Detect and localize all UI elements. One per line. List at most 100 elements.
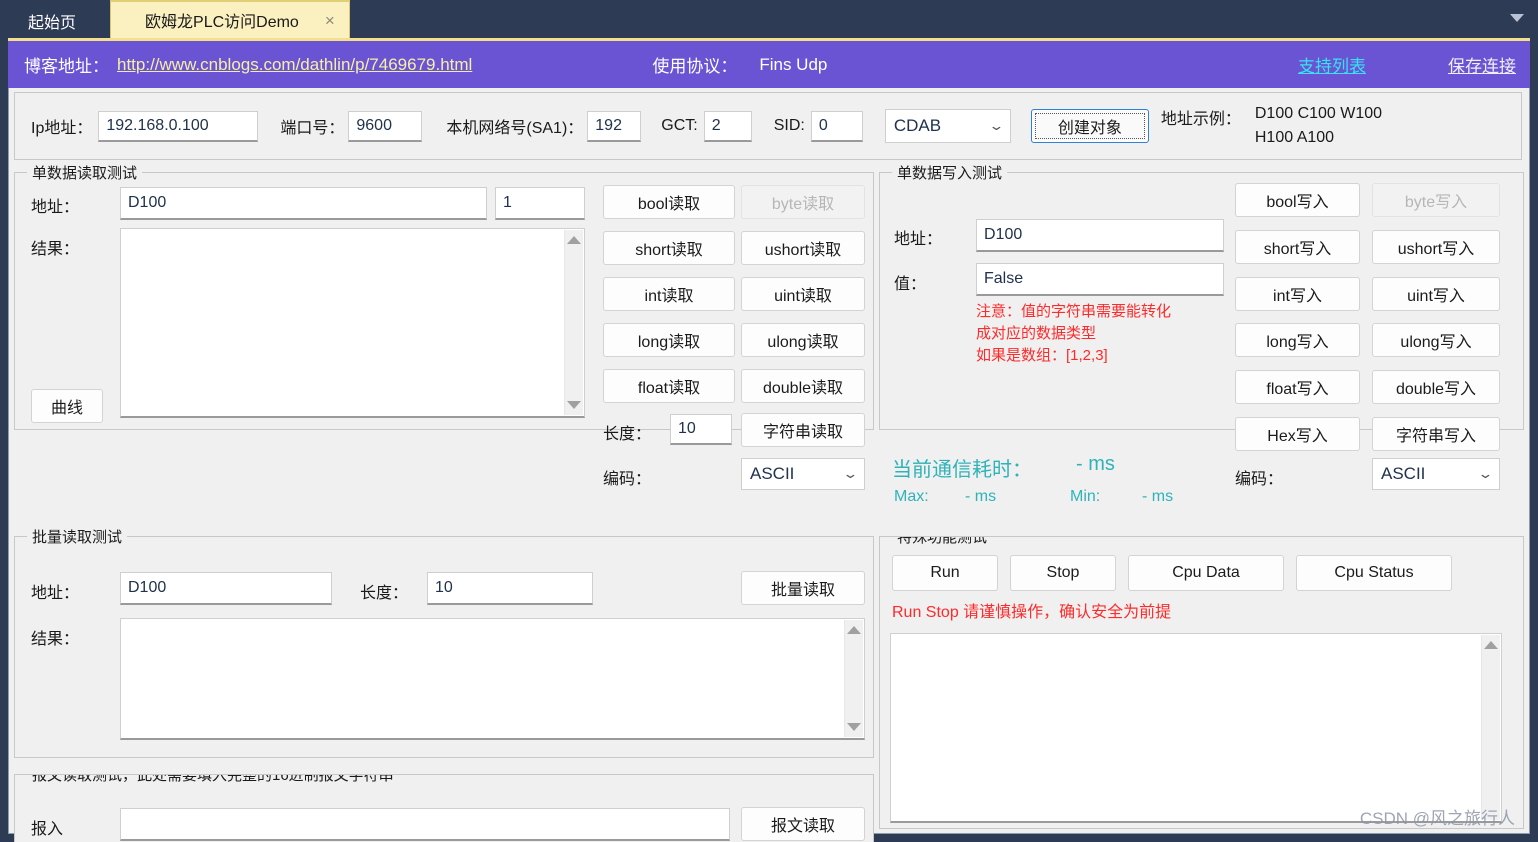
blog-address-label: 博客地址： <box>24 57 109 76</box>
blog-address-link[interactable]: http://www.cnblogs.com/dathlin/p/7469679… <box>117 55 472 75</box>
bool-read-button[interactable]: bool读取 <box>603 185 735 219</box>
float-read-button[interactable]: float读取 <box>603 369 735 403</box>
int-read-button[interactable]: int读取 <box>603 277 735 311</box>
long-write-label: long写入 <box>1266 334 1329 351</box>
message-read-panel-title: 报文读取测试，此处需要填入完整的16进制报文字符串 <box>27 775 399 785</box>
ushort-write-button[interactable]: ushort写入 <box>1372 230 1500 264</box>
gct-input[interactable] <box>703 110 752 142</box>
ushort-write-label: ushort写入 <box>1397 241 1475 258</box>
double-write-label: double写入 <box>1395 381 1477 398</box>
local-network-label: 本机网络号(SA1)： <box>446 120 584 137</box>
int-write-label: int写入 <box>1273 288 1322 305</box>
read-result-label: 结果： <box>31 241 80 258</box>
special-log-textarea[interactable] <box>890 633 1502 823</box>
curve-button[interactable]: 曲线 <box>31 389 103 423</box>
ushort-read-button[interactable]: ushort读取 <box>741 231 865 265</box>
write-value-input[interactable] <box>976 263 1224 296</box>
cpu-status-button[interactable]: Cpu Status <box>1296 555 1452 591</box>
short-read-label: short读取 <box>635 242 703 259</box>
single-read-panel-title: 单数据读取测试 <box>27 162 143 183</box>
elapsed-time-value: - ms <box>1076 453 1115 475</box>
short-read-button[interactable]: short读取 <box>603 231 735 265</box>
read-address-input[interactable] <box>120 187 487 220</box>
tab-omron-plc-demo[interactable]: 欧姆龙PLC访问Demo × <box>110 0 350 38</box>
double-read-button[interactable]: double读取 <box>741 369 865 403</box>
single-write-panel-title: 单数据写入测试 <box>892 162 1008 183</box>
special-warning-text: Run Stop 请谨慎操作，确认安全为前提 <box>892 604 1172 621</box>
address-example-line1: D100 C100 W100 <box>1254 105 1383 122</box>
read-count-input[interactable] <box>495 187 585 220</box>
batch-address-input[interactable] <box>120 572 332 605</box>
batch-result-textarea[interactable] <box>120 618 865 740</box>
ulong-read-button[interactable]: ulong读取 <box>741 323 865 357</box>
read-result-scrollbar[interactable] <box>564 230 583 415</box>
batch-read-panel-title: 批量读取测试 <box>27 526 128 547</box>
connection-settings-bar: Ip地址： 端口号： 本机网络号(SA1)： GCT: SID: CDAB ⌄ … <box>14 92 1522 160</box>
special-function-panel-title: 特殊功能测试 <box>892 537 993 547</box>
uint-write-label: uint写入 <box>1407 288 1465 305</box>
gct-label: GCT: <box>661 117 698 134</box>
write-address-label: 地址： <box>894 231 943 248</box>
long-write-button[interactable]: long写入 <box>1235 323 1360 357</box>
chevron-down-icon[interactable] <box>1510 14 1524 22</box>
read-result-textarea[interactable] <box>120 228 585 418</box>
uint-read-button[interactable]: uint读取 <box>741 277 865 311</box>
short-write-button[interactable]: short写入 <box>1235 230 1360 264</box>
support-list-link[interactable]: 支持列表 <box>1298 52 1366 77</box>
read-address-label: 地址： <box>31 199 80 216</box>
string-write-button[interactable]: 字符串写入 <box>1372 417 1500 451</box>
create-object-label: 创建对象 <box>1057 120 1122 137</box>
batch-result-scrollbar[interactable] <box>844 620 863 737</box>
bool-write-button[interactable]: bool写入 <box>1235 183 1360 217</box>
byte-order-value: CDAB <box>893 116 942 135</box>
special-function-panel: 特殊功能测试 Run Stop Cpu Data Cpu Status Run … <box>879 536 1524 829</box>
byte-read-label: byte读取 <box>771 196 835 213</box>
byte-order-select[interactable]: CDAB ⌄ <box>884 109 1011 143</box>
read-length-input[interactable] <box>670 414 732 445</box>
ulong-read-label: ulong读取 <box>767 334 839 351</box>
local-network-input[interactable] <box>587 110 642 142</box>
byte-read-button: byte读取 <box>741 185 865 219</box>
message-input[interactable] <box>120 808 730 841</box>
hex-write-button[interactable]: Hex写入 <box>1235 417 1360 451</box>
cpu-data-button[interactable]: Cpu Data <box>1128 555 1284 591</box>
ushort-read-label: ushort读取 <box>764 242 842 259</box>
tab-start-page[interactable]: 起始页 <box>0 4 110 38</box>
uint-write-button[interactable]: uint写入 <box>1372 277 1500 311</box>
batch-length-input[interactable] <box>427 572 593 605</box>
run-button[interactable]: Run <box>892 555 998 591</box>
scroll-up-icon[interactable] <box>1484 641 1498 649</box>
stop-button[interactable]: Stop <box>1010 555 1116 591</box>
batch-read-button[interactable]: 批量读取 <box>741 571 865 605</box>
batch-length-label: 长度： <box>360 585 409 602</box>
scroll-up-icon[interactable] <box>567 236 581 244</box>
ip-address-input[interactable] <box>98 110 259 142</box>
port-input[interactable] <box>348 110 423 142</box>
protocol-value: Fins Udp <box>759 54 828 74</box>
ulong-write-button[interactable]: ulong写入 <box>1372 323 1500 357</box>
float-write-button[interactable]: float写入 <box>1235 370 1360 404</box>
close-icon[interactable]: × <box>325 12 335 29</box>
single-read-panel: 单数据读取测试 地址： 结果： 曲线 bool读取 byte读取 short读取 <box>14 162 874 490</box>
run-button-label: Run <box>930 564 960 581</box>
sid-input[interactable] <box>810 110 863 142</box>
write-address-input[interactable] <box>976 219 1224 252</box>
write-encoding-select[interactable]: ASCII ⌄ <box>1372 458 1500 490</box>
message-read-button[interactable]: 报文读取 <box>741 807 865 841</box>
long-read-button[interactable]: long读取 <box>603 323 735 357</box>
scroll-down-icon[interactable] <box>567 401 581 409</box>
double-write-button[interactable]: double写入 <box>1372 370 1500 404</box>
scroll-up-icon[interactable] <box>847 626 861 634</box>
scroll-down-icon[interactable] <box>847 723 861 731</box>
save-connection-link[interactable]: 保存连接 <box>1448 52 1516 77</box>
int-write-button[interactable]: int写入 <box>1235 277 1360 311</box>
create-object-button[interactable]: 创建对象 <box>1030 109 1149 143</box>
string-read-button[interactable]: 字符串读取 <box>741 413 865 447</box>
batch-read-label: 批量读取 <box>770 582 835 599</box>
write-value-label: 值： <box>894 276 927 293</box>
read-encoding-select[interactable]: ASCII ⌄ <box>741 458 865 490</box>
chevron-down-icon: ⌄ <box>842 466 859 481</box>
special-log-scrollbar[interactable] <box>1481 635 1500 820</box>
int-read-label: int读取 <box>644 288 694 305</box>
tab-start-page-label: 起始页 <box>28 15 77 32</box>
